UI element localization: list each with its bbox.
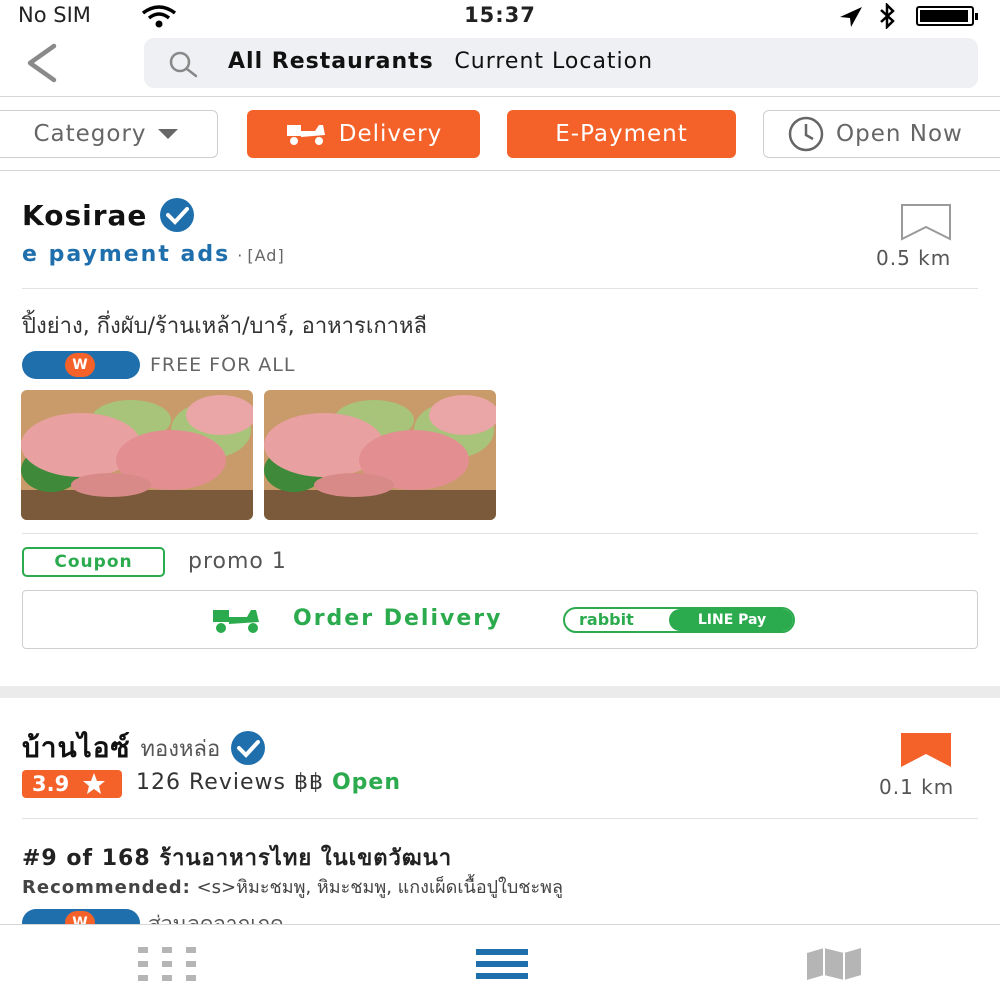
linepay-label: LINE Pay: [669, 609, 793, 631]
restaurant-subtitle: e payment ads · [Ad]: [22, 242, 285, 267]
price-level: ฿฿: [293, 770, 324, 795]
chevron-left-icon: [27, 43, 57, 83]
open-status: Open: [331, 770, 401, 795]
coupon-tag[interactable]: Coupon: [22, 547, 165, 577]
bookmark-filled-icon[interactable]: [900, 732, 952, 768]
search-bar[interactable]: All Restaurants Current Location: [144, 38, 978, 88]
restaurant-rank: #9 of 168 ร้านอาหารไทย ในเขตวัฒนา: [22, 846, 453, 871]
list-view-icon[interactable]: [476, 949, 528, 979]
status-bar: No SIM 15:37: [0, 0, 1000, 32]
caret-down-icon: [157, 129, 178, 139]
filter-open-now[interactable]: Open Now: [763, 110, 1000, 158]
review-count: 126 Reviews: [136, 770, 286, 795]
distance: 0.5 km: [876, 246, 952, 270]
restaurant-title: Kosirae: [22, 197, 195, 233]
distance: 0.1 km: [879, 775, 955, 799]
search-query-text: All Restaurants: [228, 49, 434, 74]
wongnai-badge: W: [22, 351, 140, 379]
restaurant-name: Kosirae: [22, 198, 148, 232]
filter-delivery-label: Delivery: [338, 121, 443, 147]
ad-tag: [Ad]: [247, 246, 285, 265]
clock-icon: [788, 116, 824, 152]
recommended-items: <s>หิมะชมพู, หิมะชมพู, แกงเผ็ดเนื้อปูใบช…: [196, 877, 564, 898]
search-location: Current Location: [454, 49, 654, 74]
divider: [22, 533, 978, 534]
filter-epayment[interactable]: E-Payment: [507, 110, 736, 158]
promo-tagline: FREE FOR ALL: [150, 354, 296, 376]
divider: [0, 170, 1000, 171]
star-icon: [83, 773, 105, 794]
divider: [0, 96, 1000, 97]
rabbit-label: rabbit: [579, 610, 634, 629]
recommended-label: Recommended:: [22, 877, 191, 898]
rating-value: 3.9: [32, 772, 70, 796]
filter-delivery[interactable]: Delivery: [247, 110, 480, 158]
filter-category[interactable]: Category: [0, 110, 218, 158]
coupon-text: promo 1: [188, 549, 287, 574]
scooter-icon: [286, 125, 325, 145]
bluetooth-icon: [880, 3, 895, 29]
search-query: All Restaurants Current Location: [228, 49, 653, 74]
restaurant-categories: ปิ้งย่าง, กึ่งผับ/ร้านเหล้า/บาร์, อาหารเ…: [22, 314, 428, 339]
rabbit-linepay-logo: rabbit LINE Pay: [563, 607, 795, 633]
back-button[interactable]: [18, 38, 68, 88]
order-delivery-button[interactable]: Order Delivery rabbit LINE Pay: [22, 590, 978, 649]
restaurant-branch: ทองหล่อ: [140, 736, 221, 762]
divider: [22, 818, 978, 819]
filter-open-now-label: Open Now: [836, 121, 963, 147]
grid-view-icon[interactable]: [138, 947, 196, 981]
bookmark-icon[interactable]: [900, 203, 952, 241]
food-photo-image: [264, 390, 496, 520]
restaurant-name: บ้านไอซ์: [22, 731, 131, 764]
w-logo-icon: W: [65, 353, 95, 377]
search-icon: [169, 51, 198, 78]
food-photo-image: [21, 390, 253, 520]
location-arrow-icon: [840, 7, 862, 27]
bottom-tab-bar: [0, 924, 1000, 1000]
divider: [22, 288, 978, 289]
restaurant-ad-name: e payment ads: [22, 242, 231, 267]
filter-category-label: Category: [33, 121, 147, 147]
recommended-dishes: Recommended: <s>หิมะชมพู, หิมะชมพู, แกงเ…: [22, 872, 563, 901]
restaurant-title: บ้านไอซ์ ทองหล่อ: [22, 726, 266, 770]
verified-badge-icon: [160, 198, 195, 232]
order-delivery-label: Order Delivery: [293, 606, 503, 631]
verified-badge-icon: [231, 731, 266, 765]
map-view-icon[interactable]: [806, 947, 862, 981]
scooter-icon: [213, 610, 259, 633]
restaurant-photo[interactable]: [264, 390, 496, 520]
filter-epayment-label: E-Payment: [555, 121, 688, 147]
review-summary: 126 Reviews ฿฿ Open: [136, 770, 401, 795]
battery-icon: [916, 6, 978, 26]
restaurant-photo[interactable]: [21, 390, 253, 520]
rating-badge: 3.9: [22, 770, 122, 798]
card-separator: [0, 686, 1000, 698]
